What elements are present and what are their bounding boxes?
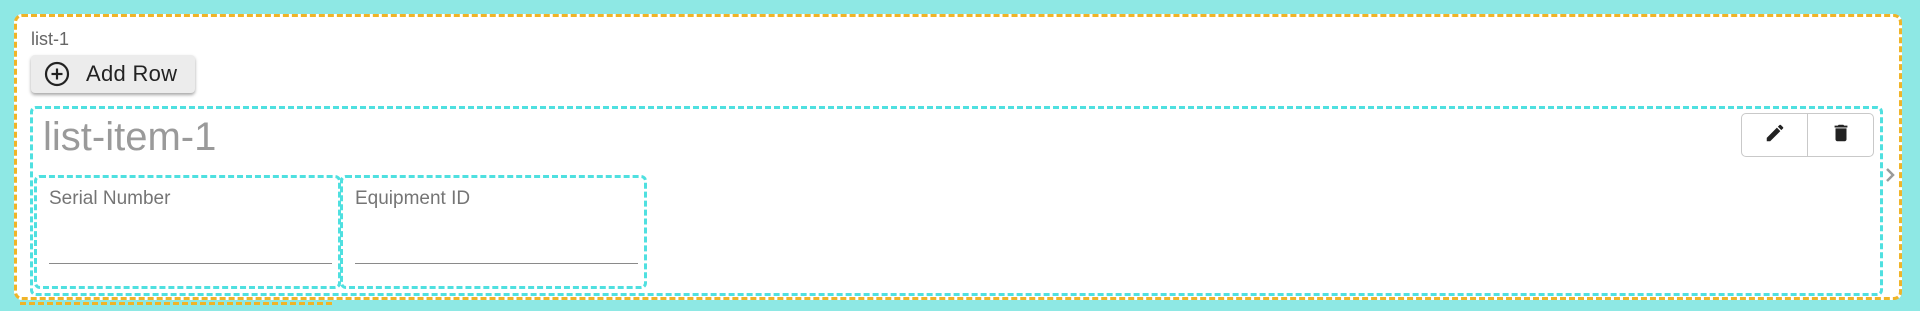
add-row-label: Add Row [86,61,178,86]
list-container: list-1 Add Row list-item-1 Serial Number… [14,14,1902,300]
add-row-button[interactable]: Add Row [31,55,195,93]
list-bottom-edge [20,302,332,311]
trash-icon [1830,122,1852,149]
list-title: list-1 [31,29,70,49]
serial-number-field: Serial Number [34,175,341,289]
list-item-title: list-item-1 [43,115,217,159]
equipment-id-input[interactable] [355,214,638,264]
equipment-id-label: Equipment ID [355,188,471,209]
list-item: list-item-1 Serial Number Equipment ID [30,106,1883,296]
pencil-icon [1764,122,1786,149]
serial-number-input[interactable] [49,214,332,264]
serial-number-label: Serial Number [49,188,171,209]
edit-button[interactable] [1742,114,1807,156]
delete-button[interactable] [1807,114,1873,156]
plus-circle-icon [44,61,70,87]
item-action-group [1741,113,1874,157]
chevron-right-icon[interactable] [1882,163,1898,187]
equipment-id-field: Equipment ID [340,175,647,289]
